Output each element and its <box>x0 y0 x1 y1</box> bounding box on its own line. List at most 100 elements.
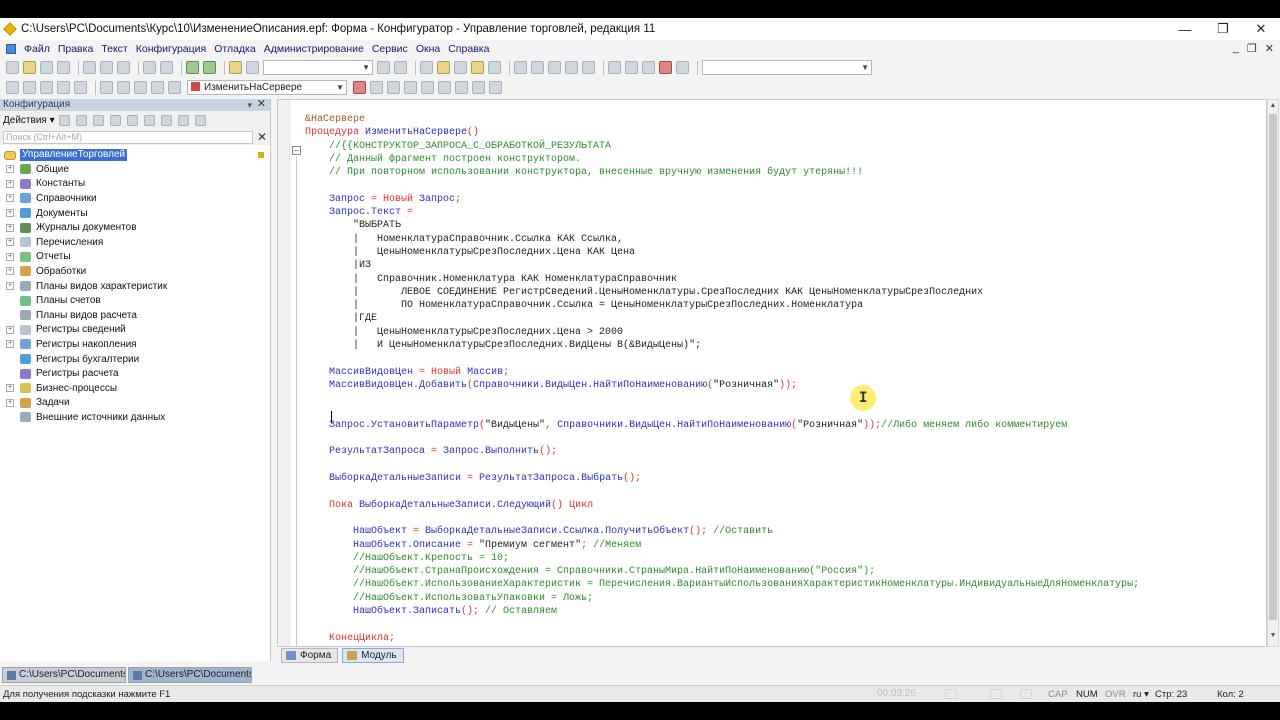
menu-service[interactable]: Сервис <box>368 43 412 55</box>
code-line[interactable]: &НаСервере <box>305 113 1139 126</box>
syntax-helper-icon[interactable] <box>488 61 501 74</box>
menu-windows[interactable]: Окна <box>412 43 444 55</box>
expand-icon[interactable]: + <box>6 267 14 276</box>
expand-icon[interactable]: + <box>6 223 14 232</box>
tree-item[interactable]: + Перечисления <box>0 235 270 250</box>
move-up-icon[interactable] <box>143 114 155 126</box>
code-line[interactable]: //НашОбъект.ИспользованиеХарактеристик =… <box>305 578 1139 591</box>
window-5-icon[interactable] <box>582 61 595 74</box>
module-editor[interactable]: − &НаСервере Процедура ИзменитьНаСервере(… <box>277 99 1267 647</box>
menu-file[interactable]: Файл <box>20 43 54 55</box>
menu-edit[interactable]: Правка <box>54 43 97 55</box>
expand-icon[interactable]: + <box>6 165 14 174</box>
undo-icon[interactable] <box>186 61 199 74</box>
sort-icon[interactable] <box>177 114 189 126</box>
window-3-icon[interactable] <box>548 61 561 74</box>
expand-icon[interactable]: + <box>6 340 14 349</box>
open-file-icon[interactable] <box>23 61 36 74</box>
tree-item[interactable]: + Справочники <box>0 191 270 206</box>
expand-icon[interactable]: + <box>6 209 14 218</box>
code-line[interactable]: Запрос.УстановитьПараметр("ВидыЦены", Сп… <box>305 419 1139 432</box>
tree-item[interactable]: Регистры бухгалтерии <box>0 352 270 367</box>
expand-icon[interactable]: + <box>6 398 14 407</box>
code-line[interactable]: НашОбъект.Описание = "Премиум сегмент"; … <box>305 539 1139 552</box>
code-line[interactable]: // Данный фрагмент построен конструкторо… <box>305 153 1139 166</box>
menu-configuration[interactable]: Конфигурация <box>132 43 210 55</box>
wizard-icon[interactable] <box>100 81 113 94</box>
code-line[interactable] <box>305 485 1139 498</box>
tree-item[interactable]: Планы видов расчета <box>0 308 270 323</box>
block-uncomment-icon[interactable] <box>23 81 36 94</box>
expand-icon[interactable]: + <box>6 179 14 188</box>
indent-icon[interactable] <box>40 81 53 94</box>
expand-icon[interactable]: + <box>6 282 14 291</box>
scroll-up-icon[interactable]: ▲ <box>1268 102 1278 114</box>
code-line[interactable]: | НоменклатураСправочник.Ссылка КАК Ссыл… <box>305 233 1139 246</box>
find-next-icon[interactable] <box>377 61 390 74</box>
window-tab[interactable]: C:\Users\PC\Documents\K... <box>128 667 252 683</box>
code-area[interactable]: &НаСервере Процедура ИзменитьНаСервере() … <box>305 113 1139 645</box>
tree-item[interactable]: Планы счетов <box>0 293 270 308</box>
stack-icon[interactable] <box>472 81 485 94</box>
save-all-icon[interactable] <box>57 61 70 74</box>
menu-text[interactable]: Текст <box>97 43 131 55</box>
code-line[interactable]: Пока ВыборкаДетальныеЗаписи.Следующий() … <box>305 499 1139 512</box>
fold-collapse-icon[interactable]: − <box>292 146 301 155</box>
actions-menu-button[interactable]: Действия ▾ <box>3 115 55 126</box>
add-icon[interactable] <box>58 114 70 126</box>
add-child-icon[interactable] <box>75 114 87 126</box>
window-4-icon[interactable] <box>565 61 578 74</box>
code-line[interactable] <box>305 459 1139 472</box>
step-out-icon[interactable] <box>421 81 434 94</box>
copy-icon[interactable] <box>100 61 113 74</box>
code-line[interactable]: //НашОбъект.ИспользоватьУпаковки = Ложь; <box>305 592 1139 605</box>
tree-root[interactable]: УправлениеТорговлей <box>0 148 270 162</box>
evaluate-icon[interactable] <box>489 81 502 94</box>
window-2-icon[interactable] <box>531 61 544 74</box>
window-9-icon[interactable] <box>659 61 672 74</box>
code-line[interactable]: | ПО НоменклатураСправочник.Ссылка = Цен… <box>305 299 1139 312</box>
code-line[interactable]: НашОбъект.Записать(); // Оставляем <box>305 605 1139 618</box>
step-into-icon[interactable] <box>387 81 400 94</box>
tree-item[interactable]: + Планы видов характеристик <box>0 279 270 294</box>
maximize-button[interactable]: ❐ <box>1204 21 1242 37</box>
find-icon[interactable] <box>246 61 259 74</box>
toolbar-combo-right[interactable]: ▼ <box>702 60 872 75</box>
comment-icon[interactable] <box>134 81 147 94</box>
editor-vertical-scrollbar[interactable]: ▲ ▼ <box>1267 99 1279 647</box>
move-down-icon[interactable] <box>160 114 172 126</box>
panel-search-input[interactable]: Поиск (Ctrl+Alt+M) <box>3 130 253 144</box>
inner-minimize-button[interactable]: _ <box>1233 42 1239 55</box>
procedure-list-icon[interactable] <box>168 81 181 94</box>
tree-item[interactable]: + Общие <box>0 162 270 177</box>
code-line[interactable]: Запрос.Текст = <box>305 206 1139 219</box>
code-line[interactable]: РезультатЗапроса = Запрос.Выполнить(); <box>305 445 1139 458</box>
settings-icon[interactable] <box>676 61 689 74</box>
menu-help[interactable]: Справка <box>444 43 493 55</box>
code-line[interactable]: | И ЦеныНоменклатурыСрезПоследних.ВидЦен… <box>305 339 1139 352</box>
code-line[interactable] <box>305 179 1139 192</box>
code-line[interactable]: Запрос = Новый Запрос; <box>305 193 1139 206</box>
tree-item[interactable]: + Регистры накопления <box>0 337 270 352</box>
step-icon[interactable] <box>370 81 383 94</box>
code-line[interactable]: //{{КОНСТРУКТОР_ЗАПРОСА_С_ОБРАБОТКОЙ_РЕЗ… <box>305 140 1139 153</box>
panel-menu-icon[interactable]: ▾ <box>247 99 252 111</box>
window-6-icon[interactable] <box>608 61 621 74</box>
cut-icon[interactable] <box>83 61 96 74</box>
redo-icon[interactable] <box>203 61 216 74</box>
expand-icon[interactable]: + <box>6 384 14 393</box>
system-menu-icon[interactable] <box>6 43 16 54</box>
close-button[interactable]: ✕ <box>1242 21 1280 37</box>
tree-item[interactable]: + Задачи <box>0 396 270 411</box>
paste-icon[interactable] <box>117 61 130 74</box>
code-line[interactable]: ВыборкаДетальныеЗаписи = РезультатЗапрос… <box>305 472 1139 485</box>
format-icon[interactable] <box>74 81 87 94</box>
expand-icon[interactable]: + <box>6 252 14 261</box>
code-line[interactable]: МассивВидовЦен.Добавить(Справочники.Виды… <box>305 379 1139 392</box>
breakpoint-list-icon[interactable] <box>454 61 467 74</box>
syntax-check-icon[interactable] <box>420 61 433 74</box>
window-1-icon[interactable] <box>514 61 527 74</box>
print-preview-icon[interactable] <box>160 61 173 74</box>
code-line[interactable] <box>305 392 1139 405</box>
run-to-cursor-icon[interactable] <box>438 81 451 94</box>
